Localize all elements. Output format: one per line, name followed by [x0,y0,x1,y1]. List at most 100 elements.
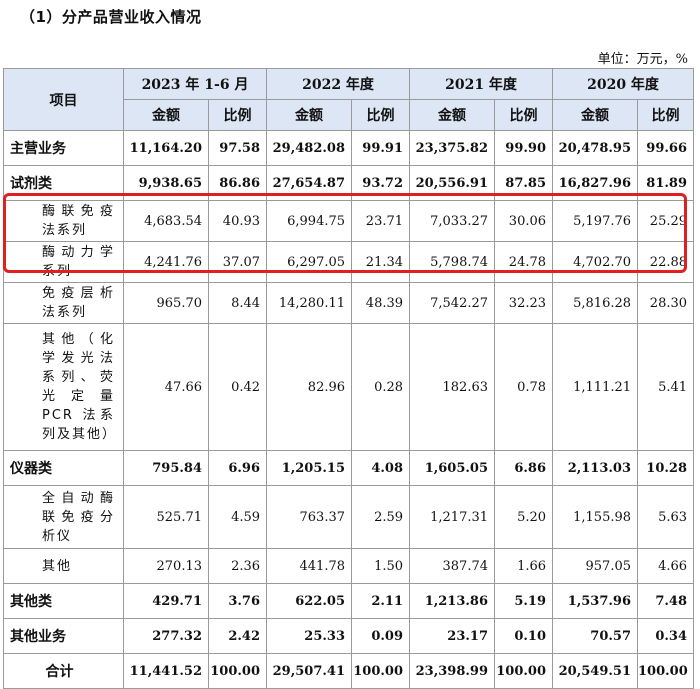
table-row: 免疫层析法系列 965.70 8.44 14,280.11 48.39 7,542.27 3… [3,282,695,324]
ratio-cell: 8.44 [207,282,268,324]
amount-cell: 25.33 [266,618,353,654]
ratio-cell: 0.09 [351,618,411,654]
row-label: 主营业务 [3,130,124,166]
ratio-cell: 0.28 [351,323,411,451]
ratio-cell: 93.72 [351,165,411,201]
ratio-cell: 0.34 [637,618,695,654]
header-amount: 金额 [123,99,209,131]
header-item: 项目 [3,68,124,131]
ratio-cell: 100.00 [351,653,411,689]
amount-cell: 182.63 [409,323,496,451]
amount-cell: 4,241.76 [123,241,209,283]
row-label: 其他（化学发光法系列、荧光定量 PCR 法系列及其他） [3,323,124,451]
ratio-cell: 97.58 [207,130,268,166]
amount-cell: 20,549.51 [552,653,639,689]
amount-cell: 23,375.82 [409,130,496,166]
amount-cell: 277.32 [123,618,209,654]
ratio-cell: 1.66 [494,548,554,584]
table-row: 仪器类 795.84 6.96 1,205.15 4.08 1,605.05 6.86 2,1… [3,450,695,486]
header-period: 2021 年度 [409,68,554,100]
ratio-cell: 99.90 [494,130,554,166]
amount-cell: 965.70 [123,282,209,324]
amount-cell: 29,507.41 [266,653,353,689]
ratio-cell: 1.50 [351,548,411,584]
ratio-cell: 2.36 [207,548,268,584]
amount-cell: 16,827.96 [552,165,639,201]
amount-cell: 1,217.31 [409,485,496,549]
amount-cell: 5,798.74 [409,241,496,283]
amount-cell: 6,297.05 [266,241,353,283]
header-amount: 金额 [266,99,353,131]
amount-cell: 1,155.98 [552,485,639,549]
header-amount: 金额 [552,99,639,131]
row-label: 其他 [3,548,124,584]
amount-cell: 957.05 [552,548,639,584]
ratio-cell: 5.41 [637,323,695,451]
ratio-cell: 4.59 [207,485,268,549]
ratio-cell: 87.85 [494,165,554,201]
amount-cell: 1,111.21 [552,323,639,451]
amount-cell: 23.17 [409,618,496,654]
ratio-cell: 25.29 [637,200,695,242]
ratio-cell: 0.78 [494,323,554,451]
table-row: 其他 270.13 2.36 441.78 1.50 387.74 1.66 957.05 4.… [3,548,695,584]
ratio-cell: 81.89 [637,165,695,201]
ratio-cell: 32.23 [494,282,554,324]
table-row: 酶动力学系列 4,241.76 37.07 6,297.05 21.34 5,798.74… [3,241,695,283]
ratio-cell: 2.11 [351,583,411,619]
amount-cell: 7,542.27 [409,282,496,324]
amount-cell: 1,537.96 [552,583,639,619]
amount-cell: 429.71 [123,583,209,619]
row-label: 合计 [3,653,124,689]
header-period: 2020 年度 [552,68,695,100]
row-label: 仪器类 [3,450,124,486]
table-row: 主营业务 11,164.20 97.58 29,482.08 99.91 23,375.8… [3,130,695,166]
amount-cell: 70.57 [552,618,639,654]
table-row: 其他类 429.71 3.76 622.05 2.11 1,213.86 5.19 1,537… [3,583,695,619]
ratio-cell: 0.10 [494,618,554,654]
amount-cell: 11,441.52 [123,653,209,689]
table-row: 其他（化学发光法系列、荧光定量 PCR 法系列及其他） 47.66 0.42 82.9… [3,323,695,451]
ratio-cell: 100.00 [494,653,554,689]
header-ratio: 比例 [207,99,268,131]
amount-cell: 7,033.27 [409,200,496,242]
amount-cell: 14,280.11 [266,282,353,324]
ratio-cell: 6.96 [207,450,268,486]
amount-cell: 20,556.91 [409,165,496,201]
amount-cell: 6,994.75 [266,200,353,242]
header-period: 2023 年 1-6 月 [122,68,268,100]
header-ratio: 比例 [494,99,554,131]
row-label: 试剂类 [3,165,124,201]
amount-cell: 20,478.95 [552,130,639,166]
revenue-table: 项目 2023 年 1-6 月 2022 年度 2021 年度 2020 年度 … [3,68,695,689]
ratio-cell: 100.00 [637,653,695,689]
table-row: 合计 11,441.52 100.00 29,507.41 100.00 23,398.9… [3,653,695,689]
ratio-cell: 2.42 [207,618,268,654]
ratio-cell: 4.08 [351,450,411,486]
ratio-cell: 100.00 [207,653,268,689]
section-title: （1）分产品营业收入情况 [20,8,202,26]
ratio-cell: 86.86 [207,165,268,201]
amount-cell: 4,683.54 [123,200,209,242]
amount-cell: 1,213.86 [409,583,496,619]
header-period: 2022 年度 [266,68,411,100]
amount-cell: 441.78 [266,548,353,584]
table-row: 其他业务 277.32 2.42 25.33 0.09 23.17 0.10 70.57 0.3… [3,618,695,654]
ratio-cell: 22.88 [637,241,695,283]
ratio-cell: 99.66 [637,130,695,166]
table-row: 全自动酶联免疫分析仪 525.71 4.59 763.37 2.59 1,217.31 5.… [3,485,695,549]
row-label: 酶动力学系列 [3,241,124,283]
amount-cell: 5,197.76 [552,200,639,242]
amount-cell: 763.37 [266,485,353,549]
amount-cell: 29,482.08 [266,130,353,166]
row-label: 酶联免疫法系列 [3,200,124,242]
amount-cell: 1,605.05 [409,450,496,486]
ratio-cell: 4.66 [637,548,695,584]
ratio-cell: 7.48 [637,583,695,619]
ratio-cell: 6.86 [494,450,554,486]
row-label: 其他业务 [3,618,124,654]
amount-cell: 4,702.70 [552,241,639,283]
row-label: 免疫层析法系列 [3,282,124,324]
amount-cell: 1,205.15 [266,450,353,486]
ratio-cell: 0.42 [207,323,268,451]
